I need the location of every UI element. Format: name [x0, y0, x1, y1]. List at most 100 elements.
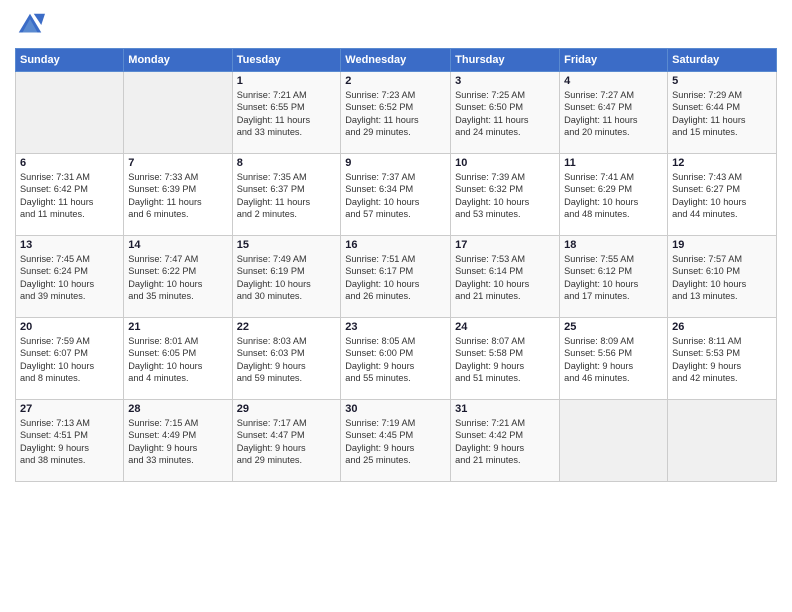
day-number: 4 [564, 75, 663, 87]
cell-content: Sunrise: 7:21 AM Sunset: 4:42 PM Dayligh… [455, 417, 555, 467]
cell-content: Sunrise: 7:49 AM Sunset: 6:19 PM Dayligh… [237, 253, 337, 303]
day-number: 12 [672, 157, 772, 169]
column-header-monday: Monday [124, 49, 232, 72]
calendar-cell [16, 72, 124, 154]
day-number: 22 [237, 321, 337, 333]
cell-content: Sunrise: 7:39 AM Sunset: 6:32 PM Dayligh… [455, 171, 555, 221]
day-number: 14 [128, 239, 227, 251]
calendar-cell: 2 Sunrise: 7:23 AM Sunset: 6:52 PM Daylig… [341, 72, 451, 154]
calendar-cell: 26 Sunrise: 8:11 AM Sunset: 5:53 PM Dayli… [668, 318, 777, 400]
calendar-cell: 13 Sunrise: 7:45 AM Sunset: 6:24 PM Dayli… [16, 236, 124, 318]
day-number: 7 [128, 157, 227, 169]
calendar-cell: 18Sunrise: 7:55 AM Sunset: 6:12 PM Dayli… [560, 236, 668, 318]
calendar-week-5: 27 Sunrise: 7:13 AM Sunset: 4:51 PM Dayli… [16, 400, 777, 482]
cell-content: Sunrise: 7:35 AM Sunset: 6:37 PM Dayligh… [237, 171, 337, 221]
cell-content: Sunrise: 7:19 AM Sunset: 4:45 PM Dayligh… [345, 417, 446, 467]
calendar-week-4: 20 Sunrise: 7:59 AM Sunset: 6:07 PM Dayli… [16, 318, 777, 400]
cell-content: Sunrise: 7:27 AM Sunset: 6:47 PM Dayligh… [564, 89, 663, 139]
calendar-cell [668, 400, 777, 482]
day-number: 10 [455, 157, 555, 169]
column-header-saturday: Saturday [668, 49, 777, 72]
day-number: 18 [564, 239, 663, 251]
day-number: 9 [345, 157, 446, 169]
calendar-cell: 28Sunrise: 7:15 AM Sunset: 4:49 PM Dayli… [124, 400, 232, 482]
cell-content: Sunrise: 8:05 AM Sunset: 6:00 PM Dayligh… [345, 335, 446, 385]
calendar-cell: 11Sunrise: 7:41 AM Sunset: 6:29 PM Dayli… [560, 154, 668, 236]
calendar-cell: 22 Sunrise: 8:03 AM Sunset: 6:03 PM Dayli… [232, 318, 341, 400]
cell-content: Sunrise: 8:01 AM Sunset: 6:05 PM Dayligh… [128, 335, 227, 385]
day-number: 25 [564, 321, 663, 333]
column-header-tuesday: Tuesday [232, 49, 341, 72]
column-header-friday: Friday [560, 49, 668, 72]
calendar-table: SundayMondayTuesdayWednesdayThursdayFrid… [15, 48, 777, 482]
day-number: 28 [128, 403, 227, 415]
day-number: 16 [345, 239, 446, 251]
day-number: 26 [672, 321, 772, 333]
day-number: 21 [128, 321, 227, 333]
calendar-cell: 6Sunrise: 7:31 AM Sunset: 6:42 PM Daylig… [16, 154, 124, 236]
calendar-cell: 30Sunrise: 7:19 AM Sunset: 4:45 PM Dayli… [341, 400, 451, 482]
calendar-cell: 16 Sunrise: 7:51 AM Sunset: 6:17 PM Dayli… [341, 236, 451, 318]
cell-content: Sunrise: 7:59 AM Sunset: 6:07 PM Dayligh… [20, 335, 119, 385]
cell-content: Sunrise: 8:07 AM Sunset: 5:58 PM Dayligh… [455, 335, 555, 385]
logo [15, 10, 49, 40]
day-number: 29 [237, 403, 337, 415]
day-number: 20 [20, 321, 119, 333]
cell-content: Sunrise: 7:13 AM Sunset: 4:51 PM Dayligh… [20, 417, 119, 467]
day-number: 15 [237, 239, 337, 251]
day-number: 24 [455, 321, 555, 333]
column-header-wednesday: Wednesday [341, 49, 451, 72]
logo-icon [15, 10, 45, 40]
day-number: 17 [455, 239, 555, 251]
day-number: 23 [345, 321, 446, 333]
calendar-cell: 3Sunrise: 7:25 AM Sunset: 6:50 PM Daylig… [451, 72, 560, 154]
calendar-cell: 27 Sunrise: 7:13 AM Sunset: 4:51 PM Dayli… [16, 400, 124, 482]
cell-content: Sunrise: 7:43 AM Sunset: 6:27 PM Dayligh… [672, 171, 772, 221]
cell-content: Sunrise: 7:17 AM Sunset: 4:47 PM Dayligh… [237, 417, 337, 467]
day-number: 27 [20, 403, 119, 415]
calendar-week-3: 13 Sunrise: 7:45 AM Sunset: 6:24 PM Dayli… [16, 236, 777, 318]
cell-content: Sunrise: 7:57 AM Sunset: 6:10 PM Dayligh… [672, 253, 772, 303]
calendar-cell: 23 Sunrise: 8:05 AM Sunset: 6:00 PM Dayli… [341, 318, 451, 400]
cell-content: Sunrise: 7:47 AM Sunset: 6:22 PM Dayligh… [128, 253, 227, 303]
calendar-week-2: 6Sunrise: 7:31 AM Sunset: 6:42 PM Daylig… [16, 154, 777, 236]
calendar-cell: 15 Sunrise: 7:49 AM Sunset: 6:19 PM Dayli… [232, 236, 341, 318]
cell-content: Sunrise: 7:31 AM Sunset: 6:42 PM Dayligh… [20, 171, 119, 221]
cell-content: Sunrise: 7:25 AM Sunset: 6:50 PM Dayligh… [455, 89, 555, 139]
cell-content: Sunrise: 8:11 AM Sunset: 5:53 PM Dayligh… [672, 335, 772, 385]
calendar-header-row: SundayMondayTuesdayWednesdayThursdayFrid… [16, 49, 777, 72]
day-number: 13 [20, 239, 119, 251]
cell-content: Sunrise: 7:23 AM Sunset: 6:52 PM Dayligh… [345, 89, 446, 139]
calendar-cell: 7 Sunrise: 7:33 AM Sunset: 6:39 PM Daylig… [124, 154, 232, 236]
cell-content: Sunrise: 8:03 AM Sunset: 6:03 PM Dayligh… [237, 335, 337, 385]
calendar-week-1: 1Sunrise: 7:21 AM Sunset: 6:55 PM Daylig… [16, 72, 777, 154]
day-number: 19 [672, 239, 772, 251]
calendar-cell: 8Sunrise: 7:35 AM Sunset: 6:37 PM Daylig… [232, 154, 341, 236]
calendar-cell: 20 Sunrise: 7:59 AM Sunset: 6:07 PM Dayli… [16, 318, 124, 400]
day-number: 1 [237, 75, 337, 87]
cell-content: Sunrise: 8:09 AM Sunset: 5:56 PM Dayligh… [564, 335, 663, 385]
calendar-cell: 29 Sunrise: 7:17 AM Sunset: 4:47 PM Dayli… [232, 400, 341, 482]
calendar-cell [124, 72, 232, 154]
calendar-cell: 9 Sunrise: 7:37 AM Sunset: 6:34 PM Daylig… [341, 154, 451, 236]
calendar-cell: 1Sunrise: 7:21 AM Sunset: 6:55 PM Daylig… [232, 72, 341, 154]
page-header [15, 10, 777, 40]
cell-content: Sunrise: 7:41 AM Sunset: 6:29 PM Dayligh… [564, 171, 663, 221]
cell-content: Sunrise: 7:33 AM Sunset: 6:39 PM Dayligh… [128, 171, 227, 221]
day-number: 2 [345, 75, 446, 87]
calendar-cell: 14 Sunrise: 7:47 AM Sunset: 6:22 PM Dayli… [124, 236, 232, 318]
cell-content: Sunrise: 7:53 AM Sunset: 6:14 PM Dayligh… [455, 253, 555, 303]
calendar-cell: 21 Sunrise: 8:01 AM Sunset: 6:05 PM Dayli… [124, 318, 232, 400]
column-header-sunday: Sunday [16, 49, 124, 72]
cell-content: Sunrise: 7:29 AM Sunset: 6:44 PM Dayligh… [672, 89, 772, 139]
calendar-cell: 31Sunrise: 7:21 AM Sunset: 4:42 PM Dayli… [451, 400, 560, 482]
cell-content: Sunrise: 7:37 AM Sunset: 6:34 PM Dayligh… [345, 171, 446, 221]
cell-content: Sunrise: 7:45 AM Sunset: 6:24 PM Dayligh… [20, 253, 119, 303]
column-header-thursday: Thursday [451, 49, 560, 72]
calendar-cell [560, 400, 668, 482]
calendar-cell: 12 Sunrise: 7:43 AM Sunset: 6:27 PM Dayli… [668, 154, 777, 236]
cell-content: Sunrise: 7:51 AM Sunset: 6:17 PM Dayligh… [345, 253, 446, 303]
calendar-cell: 17 Sunrise: 7:53 AM Sunset: 6:14 PM Dayli… [451, 236, 560, 318]
calendar-cell: 19 Sunrise: 7:57 AM Sunset: 6:10 PM Dayli… [668, 236, 777, 318]
day-number: 5 [672, 75, 772, 87]
